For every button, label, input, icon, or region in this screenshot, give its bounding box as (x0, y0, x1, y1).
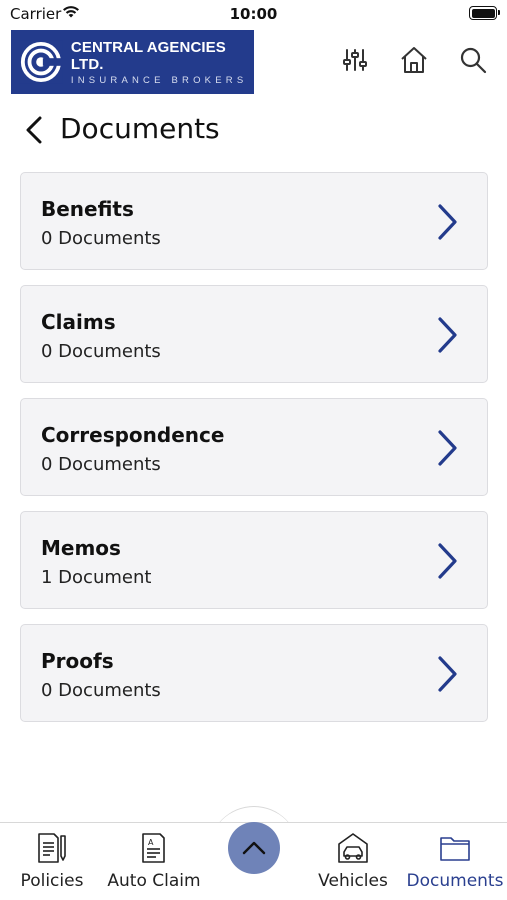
chevron-right-icon (438, 656, 457, 692)
document-category-proofs[interactable]: Proofs 0 Documents (20, 624, 488, 722)
category-name: Correspondence (41, 423, 225, 447)
tab-label: Auto Claim (107, 871, 201, 891)
page-title: Documents (60, 112, 220, 145)
document-category-benefits[interactable]: Benefits 0 Documents (20, 172, 488, 270)
tab-policies[interactable]: Policies (2, 823, 102, 900)
back-chevron-icon[interactable] (22, 114, 48, 146)
claim-form-icon: A (142, 833, 165, 863)
category-count: 0 Documents (41, 454, 161, 475)
category-name: Memos (41, 536, 121, 560)
status-time: 10:00 (229, 5, 278, 23)
tab-label: Policies (20, 871, 84, 891)
category-count: 0 Documents (41, 680, 161, 701)
home-icon (401, 47, 427, 73)
search-icon (460, 47, 487, 74)
document-category-list: Benefits 0 Documents Claims 0 Documents … (20, 172, 488, 737)
chevron-right-icon (438, 204, 457, 240)
folder-icon (440, 837, 470, 861)
tab-label: Vehicles (318, 871, 388, 891)
document-category-claims[interactable]: Claims 0 Documents (20, 285, 488, 383)
page-header: Documents (0, 108, 507, 152)
category-name: Benefits (41, 197, 134, 221)
tab-auto-claim[interactable]: A Auto Claim (104, 823, 204, 900)
chevron-right-icon (438, 430, 457, 466)
tab-label: Documents (406, 871, 504, 891)
svg-text:A: A (148, 838, 154, 847)
search-button[interactable] (455, 42, 491, 78)
chevron-up-icon (242, 841, 266, 855)
garage-car-icon (338, 833, 368, 863)
center-expand-button[interactable] (228, 822, 280, 874)
category-name: Claims (41, 310, 116, 334)
battery-icon (469, 6, 500, 20)
company-logo: CENTRAL AGENCIES LTD. INSURANCE BROKERS (11, 30, 254, 94)
filter-sliders-icon (343, 49, 367, 71)
document-category-correspondence[interactable]: Correspondence 0 Documents (20, 398, 488, 496)
tab-vehicles[interactable]: Vehicles (303, 823, 403, 900)
chevron-right-icon (438, 317, 457, 353)
category-name: Proofs (41, 649, 114, 673)
logo-mark-icon (19, 40, 63, 84)
filter-button[interactable] (337, 42, 373, 78)
home-button[interactable] (396, 42, 432, 78)
tab-documents[interactable]: Documents (405, 823, 505, 900)
chevron-right-icon (438, 543, 457, 579)
category-count: 0 Documents (41, 228, 161, 249)
category-count: 0 Documents (41, 341, 161, 362)
app-header: CENTRAL AGENCIES LTD. INSURANCE BROKERS (0, 28, 507, 96)
policy-document-icon (38, 833, 66, 863)
logo-title: CENTRAL AGENCIES LTD. (70, 38, 226, 73)
category-count: 1 Document (41, 567, 152, 588)
status-bar: Carrier 10:00 (0, 0, 507, 28)
logo-subtitle: INSURANCE BROKERS (70, 74, 248, 86)
document-category-memos[interactable]: Memos 1 Document (20, 511, 488, 609)
